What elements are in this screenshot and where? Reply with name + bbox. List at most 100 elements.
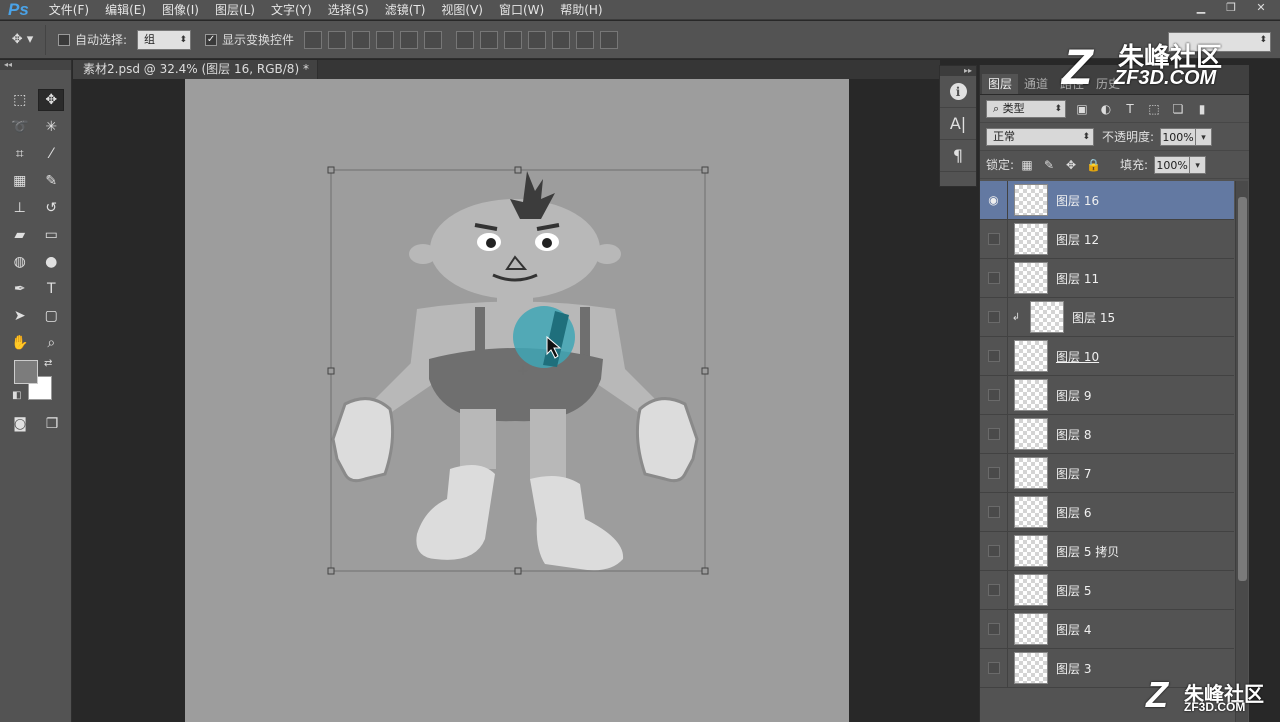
align-left-icon[interactable]: [376, 30, 395, 49]
layer-filter-dropdown[interactable]: ⌕ 类型: [986, 99, 1066, 118]
layer-thumbnail[interactable]: [1014, 457, 1048, 489]
visibility-toggle[interactable]: [980, 609, 1008, 649]
marquee-tool-icon[interactable]: ⬚: [7, 89, 33, 111]
lock-position-icon[interactable]: ✥: [1064, 158, 1078, 172]
layer-list-scrollbar[interactable]: [1235, 181, 1248, 722]
lock-all-icon[interactable]: 🔒: [1086, 158, 1101, 172]
screen-mode-icon[interactable]: ❐: [39, 413, 65, 435]
layer-name[interactable]: 图层 9: [1056, 387, 1091, 404]
layer-thumbnail[interactable]: [1014, 223, 1048, 255]
visibility-toggle[interactable]: [980, 258, 1008, 298]
hand-tool-icon[interactable]: ✋: [7, 332, 33, 354]
filter-smart-object-icon[interactable]: ❏: [1170, 101, 1186, 117]
eyedropper-tool-icon[interactable]: ⁄: [38, 143, 64, 165]
auto-align-icon[interactable]: [600, 30, 619, 49]
distribute-bottom-icon[interactable]: [504, 30, 523, 49]
visibility-toggle[interactable]: [980, 219, 1008, 259]
align-vcenter-icon[interactable]: [328, 30, 347, 49]
move-tool-icon[interactable]: ✥ ▾: [0, 24, 46, 55]
align-bottom-icon[interactable]: [352, 30, 371, 49]
layer-row[interactable]: 图层 5: [980, 570, 1234, 610]
menu-layer[interactable]: 图层(L): [207, 0, 263, 20]
gradient-tool-icon[interactable]: ▭: [38, 224, 64, 246]
layer-row[interactable]: 图层 5 拷贝: [980, 531, 1234, 571]
blur-tool-icon[interactable]: ◍: [7, 251, 33, 273]
layer-thumbnail[interactable]: [1014, 340, 1048, 372]
fill-dropdown-icon[interactable]: ▾: [1190, 155, 1207, 174]
layer-row[interactable]: 图层 12: [980, 219, 1234, 259]
visibility-toggle[interactable]: [980, 570, 1008, 610]
restore-button[interactable]: ❐: [1216, 0, 1246, 16]
tab-channels[interactable]: 通道: [1018, 74, 1054, 94]
magic-wand-tool-icon[interactable]: ✳: [38, 116, 64, 138]
auto-select-dropdown[interactable]: 组: [137, 29, 192, 50]
tab-layers[interactable]: 图层: [982, 74, 1019, 94]
zoom-tool-icon[interactable]: ⌕: [38, 332, 64, 354]
shape-tool-icon[interactable]: ▢: [38, 305, 64, 327]
layer-thumbnail[interactable]: [1014, 184, 1048, 216]
layer-row[interactable]: ◉ 图层 16: [980, 181, 1234, 220]
layer-row[interactable]: 图层 9: [980, 375, 1234, 415]
document-canvas[interactable]: ✛: [185, 79, 849, 722]
menu-filter[interactable]: 滤镜(T): [377, 0, 434, 20]
eraser-tool-icon[interactable]: ▰: [7, 224, 33, 246]
filter-shape-icon[interactable]: ⬚: [1146, 101, 1162, 117]
opacity-input[interactable]: 100%: [1160, 127, 1197, 146]
layer-name[interactable]: 图层 16: [1056, 192, 1099, 209]
align-hcenter-icon[interactable]: [400, 30, 419, 49]
distribute-top-icon[interactable]: [456, 30, 475, 49]
layer-name[interactable]: 图层 6: [1056, 504, 1091, 521]
visibility-toggle[interactable]: [980, 375, 1008, 415]
menu-type[interactable]: 文字(Y): [263, 0, 320, 20]
document-tab[interactable]: 素材2.psd @ 32.4% (图层 16, RGB/8) * ×: [73, 60, 332, 79]
layer-row[interactable]: 图层 6: [980, 492, 1234, 532]
menu-file[interactable]: 文件(F): [41, 0, 97, 20]
layer-name[interactable]: 图层 15: [1072, 309, 1115, 326]
menu-image[interactable]: 图像(I): [154, 0, 207, 20]
layer-row[interactable]: ↲ 图层 15: [980, 297, 1234, 337]
menu-window[interactable]: 窗口(W): [491, 0, 552, 20]
menu-view[interactable]: 视图(V): [433, 0, 491, 20]
visibility-toggle[interactable]: [980, 297, 1008, 337]
tools-panel-collapse-icon[interactable]: ◂◂: [0, 60, 71, 70]
visibility-toggle[interactable]: [980, 414, 1008, 454]
visibility-toggle[interactable]: [980, 453, 1008, 493]
path-selection-tool-icon[interactable]: ➤: [7, 305, 33, 327]
layer-name[interactable]: 图层 5 拷贝: [1056, 543, 1119, 560]
visibility-toggle[interactable]: [980, 648, 1008, 688]
healing-tool-icon[interactable]: ▦: [7, 170, 33, 192]
show-transform-checkbox[interactable]: ✓: [205, 33, 218, 46]
eye-icon[interactable]: ◉: [980, 181, 1008, 220]
paragraph-panel-icon[interactable]: ¶: [940, 140, 976, 172]
move-tool-icon[interactable]: ✥: [38, 88, 65, 111]
layer-name[interactable]: 图层 7: [1056, 465, 1091, 482]
distribute-left-icon[interactable]: [528, 30, 547, 49]
auto-select-checkbox[interactable]: [58, 33, 70, 46]
close-button[interactable]: ✕: [1246, 0, 1276, 16]
layer-name[interactable]: 图层 10: [1056, 348, 1099, 365]
type-tool-icon[interactable]: T: [38, 278, 64, 300]
layer-row[interactable]: 图层 10: [980, 336, 1234, 376]
lock-image-icon[interactable]: ✎: [1042, 158, 1056, 172]
filter-adjustment-icon[interactable]: ◐: [1098, 101, 1114, 117]
pen-tool-icon[interactable]: ✒: [7, 278, 33, 300]
layer-row[interactable]: 图层 4: [980, 609, 1234, 649]
layer-thumbnail[interactable]: [1014, 262, 1048, 294]
layer-thumbnail[interactable]: [1030, 301, 1064, 333]
menu-edit[interactable]: 编辑(E): [97, 0, 154, 20]
distribute-right-icon[interactable]: [576, 30, 595, 49]
foreground-color-swatch[interactable]: [14, 360, 38, 384]
distribute-hcenter-icon[interactable]: [552, 30, 571, 49]
layer-name[interactable]: 图层 5: [1056, 582, 1091, 599]
align-right-icon[interactable]: [424, 30, 443, 49]
menu-select[interactable]: 选择(S): [320, 0, 377, 20]
layer-name[interactable]: 图层 11: [1056, 270, 1099, 287]
info-panel-button[interactable]: i: [940, 76, 976, 108]
layer-thumbnail[interactable]: [1014, 379, 1048, 411]
crop-tool-icon[interactable]: ⌗: [7, 143, 33, 165]
layer-name[interactable]: 图层 4: [1056, 621, 1091, 638]
filter-toggle-icon[interactable]: ▮: [1194, 101, 1210, 117]
layer-row[interactable]: 图层 7: [980, 453, 1234, 493]
layer-row[interactable]: 图层 8: [980, 414, 1234, 454]
layer-name[interactable]: 图层 8: [1056, 426, 1091, 443]
